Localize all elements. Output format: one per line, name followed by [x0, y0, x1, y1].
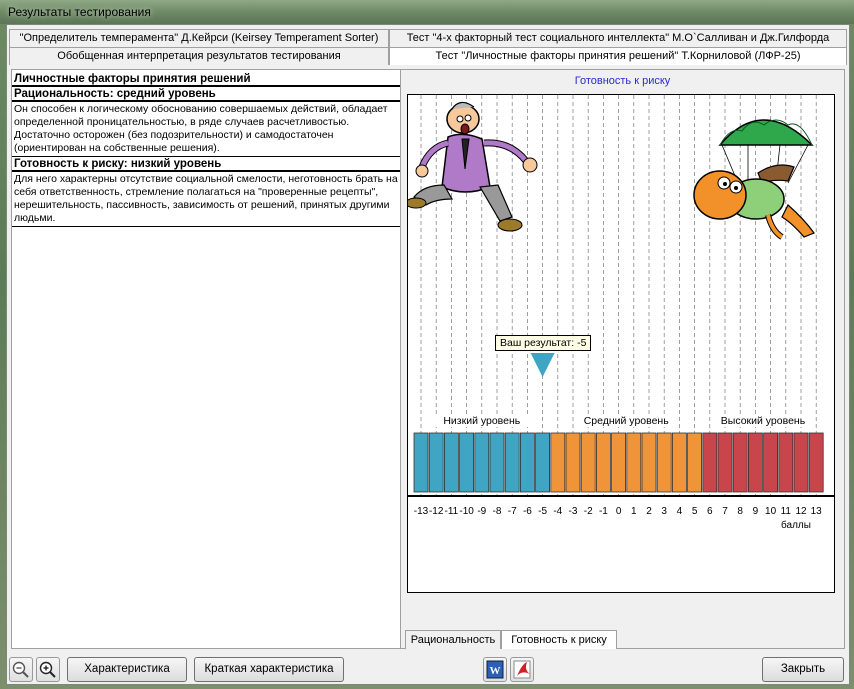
tab-keirsey[interactable]: "Определитель темперамента" Д.Кейрси (Ke… [9, 29, 389, 47]
tab-risk-readiness[interactable]: Готовность к риску [501, 630, 617, 649]
score-bar [626, 432, 642, 493]
unit-label: баллы [781, 519, 811, 531]
score-bar [732, 432, 748, 493]
score-bar [595, 432, 611, 493]
zoom-out-icon [12, 661, 29, 678]
zoom-in-icon [39, 661, 56, 678]
chart-area: Низкий уровень Средний уровень Высокий уро… [407, 94, 835, 593]
tick-label: 12 [795, 506, 807, 517]
score-bar [793, 432, 809, 493]
score-bar [580, 432, 596, 493]
zoom-in-button[interactable] [36, 657, 60, 682]
score-bar [763, 432, 779, 493]
nervous-man-illustration [408, 101, 538, 232]
score-bar [535, 432, 550, 493]
score-bar [611, 432, 627, 493]
score-bar [413, 432, 429, 493]
risk-chart: Низкий уровень Средний уровень Высокий уро… [408, 95, 834, 531]
section-title-risk: Готовность к риску: низкий уровень [12, 157, 400, 172]
tick-label: 2 [646, 506, 652, 517]
tab-lfr25[interactable]: Тест "Личностные факторы принятия решени… [389, 47, 847, 65]
score-bar [747, 432, 763, 493]
score-bar [520, 432, 535, 493]
zoom-out-button[interactable] [9, 657, 33, 682]
tick-label: 11 [781, 506, 792, 517]
section-title-rationality: Рациональность: средний уровень [12, 87, 400, 102]
section-text-rationality: Он способен к логическому обоснованию со… [12, 102, 400, 157]
tick-label: 1 [631, 506, 637, 517]
tick-label: -10 [459, 506, 474, 517]
export-pdf-button[interactable] [510, 657, 534, 682]
tick-label: 7 [722, 506, 728, 517]
tick-label: 10 [765, 506, 777, 517]
score-bar [459, 432, 474, 493]
tick-label: 13 [811, 506, 823, 517]
tick-label: -1 [599, 506, 608, 517]
score-bar [808, 432, 824, 493]
tick-label: -12 [429, 506, 444, 517]
score-bar [489, 432, 505, 493]
export-word-button[interactable]: W [483, 657, 507, 682]
tick-label: 3 [661, 506, 667, 517]
tick-label: -13 [414, 506, 429, 517]
chart-tabs: Рациональность Готовность к риску [405, 630, 845, 649]
interpretation-panel: Личностные факторы принятия решений Раци… [11, 69, 401, 649]
score-bar [428, 432, 444, 493]
score-bar [656, 432, 672, 493]
tick-label: -3 [569, 506, 578, 517]
tick-label: 5 [692, 506, 698, 517]
tick-label: -9 [477, 506, 486, 517]
parachutist-illustration [693, 119, 815, 240]
tick-label: 0 [616, 506, 622, 517]
tab-row-1: "Определитель темперамента" Д.Кейрси (Ke… [9, 29, 847, 47]
tick-label: 9 [753, 506, 759, 517]
tick-label: -5 [538, 506, 547, 517]
close-button[interactable]: Закрыть [762, 657, 844, 682]
word-icon: W [486, 660, 504, 679]
result-marker [530, 353, 555, 377]
short-characteristic-button[interactable]: Краткая характеристика [194, 657, 344, 682]
characteristic-button[interactable]: Характеристика [67, 657, 187, 682]
tab-row-2: Обобщенная интерпретация результатов тес… [9, 47, 847, 65]
chart-panel: Готовность к риску Низкий уровень Средни… [400, 69, 845, 649]
score-bar [641, 432, 657, 493]
tick-label: 4 [677, 506, 683, 517]
score-bar [444, 432, 459, 493]
score-bar [474, 432, 490, 493]
window-title: Результаты тестирования [8, 5, 151, 19]
level-label: Низкий уровень [443, 415, 520, 427]
tick-label: -7 [508, 506, 517, 517]
score-bar [702, 432, 718, 493]
acrobat-icon [513, 660, 531, 679]
bottom-toolbar: Характеристика Краткая характеристика W … [7, 655, 849, 684]
tab-general-interpretation[interactable]: Обобщенная интерпретация результатов тес… [9, 47, 389, 65]
title-bar: Результаты тестирования [0, 0, 854, 24]
level-label: Высокий уровень [721, 415, 806, 427]
tick-label: -8 [493, 506, 502, 517]
score-bar [717, 432, 733, 493]
score-bar [778, 432, 794, 493]
chart-title: Готовность к риску [574, 75, 671, 87]
svg-text:W: W [490, 665, 501, 677]
level-label: Средний уровень [584, 415, 670, 427]
tick-label: -2 [584, 506, 593, 517]
tick-label: -11 [445, 506, 459, 517]
result-tooltip: Ваш результат: -5 [495, 335, 592, 351]
panel-heading: Личностные факторы принятия решений [12, 72, 400, 87]
window-client: "Определитель темперамента" Д.Кейрси (Ke… [6, 24, 850, 685]
score-bar [687, 432, 703, 493]
tick-label: -4 [553, 506, 562, 517]
tick-label: 8 [737, 506, 743, 517]
tab-social-intelligence[interactable]: Тест "4-х факторный тест социального инт… [389, 29, 847, 47]
score-bar [565, 432, 581, 493]
score-bar [550, 432, 566, 493]
tick-label: -6 [523, 506, 532, 517]
score-bar [504, 432, 520, 493]
score-bar [671, 432, 687, 493]
section-text-risk: Для него характерны отсутствие социально… [12, 172, 400, 227]
tab-rationality[interactable]: Рациональность [405, 630, 501, 649]
tick-label: 6 [707, 506, 713, 517]
